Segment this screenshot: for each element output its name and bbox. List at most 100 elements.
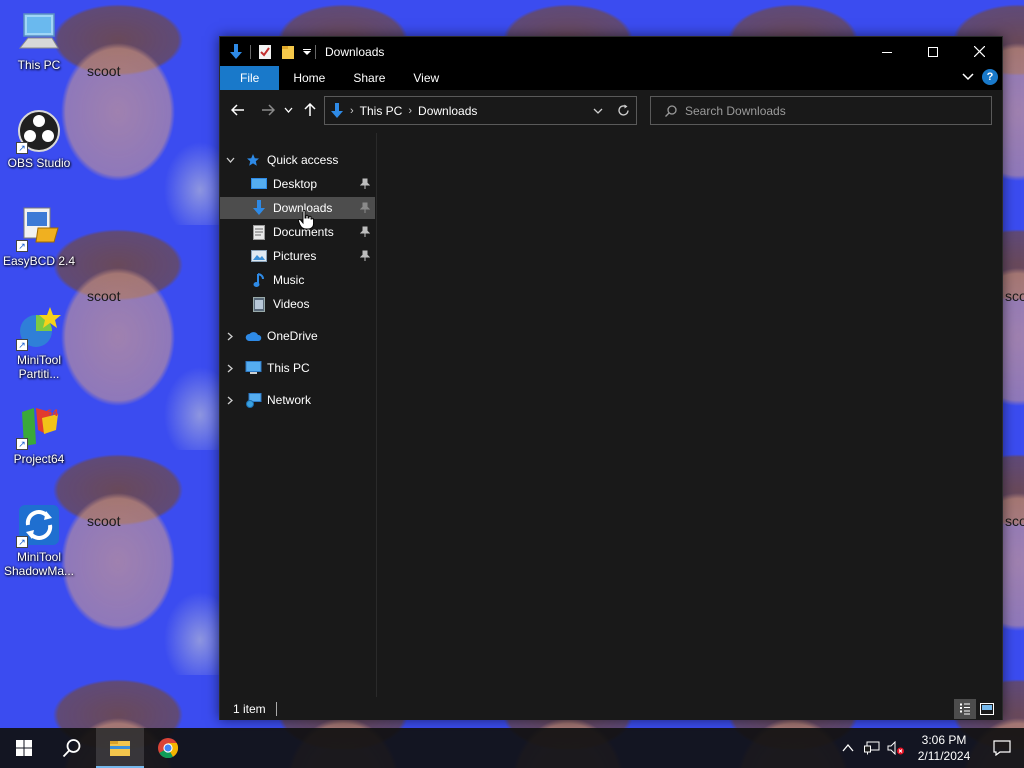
system-tray: 3:06 PM 2/11/2024 bbox=[836, 728, 1024, 768]
large-icons-view-icon bbox=[980, 703, 994, 715]
shortcut-arrow-icon: ↗ bbox=[16, 438, 28, 450]
pictures-folder-icon bbox=[250, 248, 268, 264]
downloads-folder-icon bbox=[250, 200, 268, 216]
breadcrumb-downloads[interactable]: Downloads bbox=[414, 104, 481, 118]
expand-ribbon-chevron-icon[interactable] bbox=[962, 70, 974, 84]
expanded-chevron-icon[interactable] bbox=[224, 157, 236, 163]
breadcrumb-this-pc[interactable]: This PC bbox=[356, 104, 407, 118]
file-list-pane[interactable] bbox=[377, 133, 1002, 697]
action-center-button[interactable] bbox=[980, 728, 1024, 768]
clock[interactable]: 3:06 PM 2/11/2024 bbox=[908, 732, 980, 764]
nav-item-music[interactable]: Music bbox=[220, 269, 375, 291]
address-history-chevron-icon[interactable] bbox=[586, 108, 610, 114]
nav-label: Videos bbox=[273, 297, 310, 311]
desktop-icon-minitool-shadowmaker[interactable]: ↗ MiniTool ShadowMa... bbox=[2, 502, 76, 578]
properties-icon[interactable] bbox=[256, 43, 274, 61]
pin-icon[interactable] bbox=[359, 201, 371, 215]
toolbar-separator bbox=[250, 44, 251, 59]
nav-label: This PC bbox=[267, 361, 310, 375]
nav-onedrive[interactable]: OneDrive bbox=[220, 325, 375, 347]
address-row: › This PC › Downloads bbox=[220, 90, 1002, 130]
title-bar[interactable]: Downloads bbox=[220, 37, 1002, 66]
clock-date: 2/11/2024 bbox=[917, 749, 971, 763]
desktop-icon-project64[interactable]: 64 ↗ Project64 bbox=[2, 404, 76, 466]
tab-share[interactable]: Share bbox=[339, 66, 399, 90]
customize-toolbar-chevron-icon[interactable] bbox=[302, 43, 312, 61]
nav-this-pc[interactable]: This PC bbox=[220, 357, 375, 379]
desktop-icon-this-pc[interactable]: This PC bbox=[2, 10, 76, 72]
breadcrumb-separator-icon[interactable]: › bbox=[406, 105, 414, 117]
wallpaper-caption: scoot bbox=[87, 63, 121, 79]
search-icon bbox=[665, 104, 677, 117]
taskbar-file-explorer[interactable] bbox=[96, 728, 144, 768]
onedrive-cloud-icon bbox=[244, 328, 262, 344]
back-arrow-icon bbox=[231, 104, 244, 116]
search-box[interactable] bbox=[650, 96, 992, 125]
up-button[interactable] bbox=[298, 96, 322, 124]
shortcut-arrow-icon: ↗ bbox=[16, 142, 28, 154]
forward-button[interactable] bbox=[256, 96, 280, 124]
back-button[interactable] bbox=[226, 96, 250, 124]
minimize-button[interactable] bbox=[864, 37, 910, 66]
desktop-icon-obs-studio[interactable]: ↗ OBS Studio bbox=[2, 108, 76, 170]
downloads-location-icon bbox=[330, 102, 344, 119]
desktop-folder-icon bbox=[250, 176, 268, 192]
nav-label: Network bbox=[267, 393, 312, 407]
maximize-icon bbox=[928, 46, 938, 57]
collapsed-chevron-icon[interactable] bbox=[224, 332, 236, 341]
taskbar-chrome[interactable] bbox=[144, 728, 192, 768]
collapsed-chevron-icon[interactable] bbox=[224, 396, 236, 405]
recent-locations-button[interactable] bbox=[280, 96, 296, 124]
minitool-shadowmaker-icon: ↗ bbox=[16, 502, 62, 548]
nav-label: OneDrive bbox=[267, 329, 318, 343]
nav-label: Desktop bbox=[273, 177, 318, 191]
videos-folder-icon bbox=[250, 296, 268, 312]
details-view-button[interactable] bbox=[954, 699, 976, 719]
search-input[interactable] bbox=[685, 103, 975, 118]
window-controls bbox=[864, 37, 1002, 66]
nav-label: Quick access bbox=[267, 153, 339, 167]
tab-file[interactable]: File bbox=[220, 66, 280, 90]
address-bar[interactable]: › This PC › Downloads bbox=[324, 96, 637, 125]
start-button[interactable] bbox=[0, 728, 48, 768]
close-button[interactable] bbox=[956, 37, 1002, 66]
star-icon bbox=[244, 152, 262, 168]
show-hidden-icons-button[interactable] bbox=[836, 728, 860, 768]
toolbar-separator bbox=[315, 44, 316, 59]
minitool-partition-icon: ↗ bbox=[16, 305, 62, 351]
help-icon[interactable]: ? bbox=[982, 69, 998, 85]
window-title: Downloads bbox=[325, 44, 385, 59]
new-folder-icon[interactable] bbox=[279, 43, 297, 61]
network-status-button[interactable] bbox=[860, 728, 884, 768]
nav-label: Pictures bbox=[273, 249, 317, 263]
refresh-icon[interactable] bbox=[610, 104, 636, 117]
volume-button[interactable] bbox=[884, 728, 908, 768]
maximize-button[interactable] bbox=[910, 37, 956, 66]
pin-icon[interactable] bbox=[359, 177, 371, 191]
nav-network[interactable]: Network bbox=[220, 389, 375, 411]
notification-icon bbox=[993, 740, 1011, 756]
obs-studio-icon: ↗ bbox=[16, 108, 62, 154]
search-button[interactable] bbox=[48, 728, 96, 768]
computer-icon bbox=[244, 360, 262, 376]
nav-item-videos[interactable]: Videos bbox=[220, 293, 375, 315]
tab-view[interactable]: View bbox=[399, 66, 453, 90]
shortcut-arrow-icon: ↗ bbox=[16, 536, 28, 548]
pin-icon[interactable] bbox=[359, 225, 371, 239]
pin-icon[interactable] bbox=[359, 249, 371, 263]
nav-quick-access[interactable]: Quick access bbox=[220, 149, 375, 171]
large-icons-view-button[interactable] bbox=[976, 699, 998, 719]
nav-item-desktop[interactable]: Desktop bbox=[220, 173, 375, 195]
breadcrumb-separator-icon[interactable]: › bbox=[348, 105, 356, 117]
desktop-icon-minitool-partition[interactable]: ↗ MiniTool Partiti... bbox=[2, 305, 76, 381]
desktop-icon-easybcd[interactable]: ↗ EasyBCD 2.4 bbox=[2, 206, 76, 268]
wallpaper-caption: scoot bbox=[1005, 288, 1024, 304]
collapsed-chevron-icon[interactable] bbox=[224, 364, 236, 373]
network-wired-icon bbox=[864, 741, 880, 755]
nav-label: Music bbox=[273, 273, 305, 287]
item-count: 1 item bbox=[233, 701, 266, 716]
nav-item-pictures[interactable]: Pictures bbox=[220, 245, 375, 267]
shortcut-arrow-icon: ↗ bbox=[16, 339, 28, 351]
file-explorer-icon bbox=[110, 741, 130, 756]
tab-home[interactable]: Home bbox=[279, 66, 339, 90]
